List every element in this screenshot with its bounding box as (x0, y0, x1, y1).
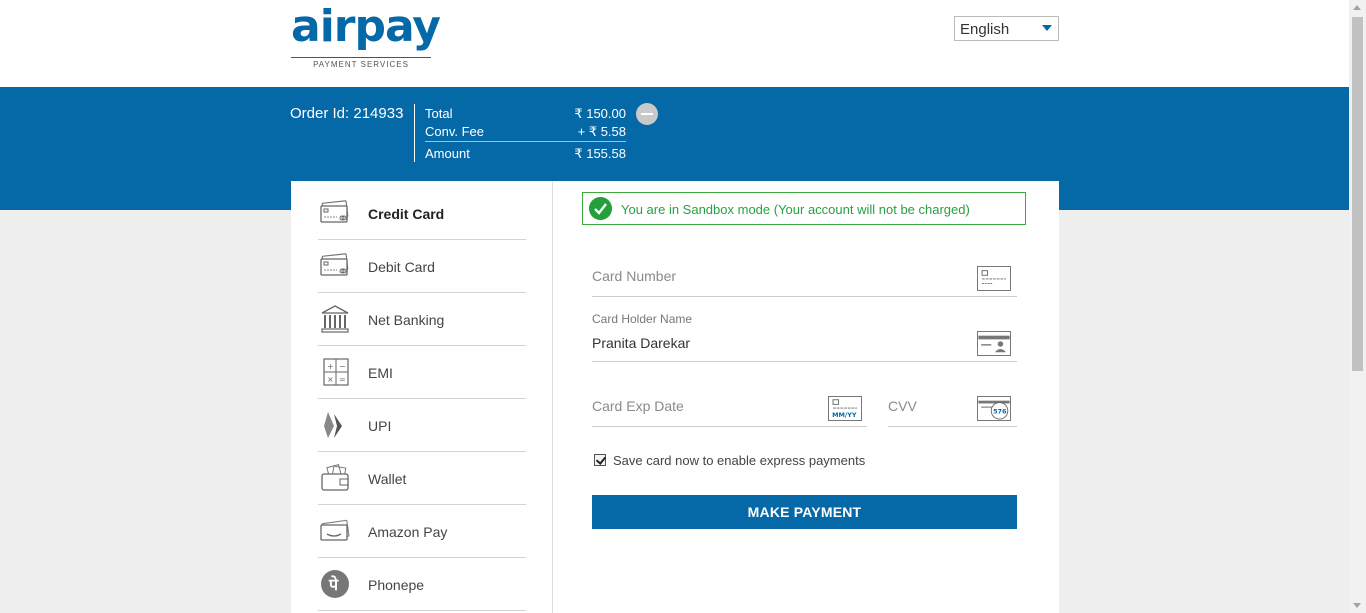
method-upi[interactable]: UPI (318, 399, 526, 452)
airpay-logo[interactable]: airpay PAYMENT SERVICES (291, 4, 441, 72)
chevron-down-icon (1042, 25, 1052, 31)
header-bar: airpay PAYMENT SERVICES English (0, 0, 1349, 87)
amount-value: ₹ 155.58 (574, 146, 626, 161)
payment-card: Credit Card Debit Card Net Banking + − ×… (291, 181, 1059, 613)
credit-card-icon (320, 200, 349, 223)
conv-fee-label: Conv. Fee (425, 124, 485, 139)
method-label: Phonepe (368, 577, 425, 593)
method-net-banking[interactable]: Net Banking (318, 293, 526, 346)
method-label: Wallet (368, 471, 407, 487)
wallet-icon (321, 464, 349, 491)
vertical-scrollbar[interactable] (1349, 0, 1366, 613)
method-phonepe[interactable]: पे Phonepe (318, 558, 526, 611)
scroll-up-icon[interactable] (1353, 5, 1361, 10)
card-number-field[interactable]: Card Number (592, 257, 1017, 297)
scrollbar-thumb[interactable] (1352, 17, 1363, 371)
method-emi[interactable]: + − × = EMI (318, 346, 526, 399)
total-value: ₹ 150.00 (574, 106, 626, 121)
logo-wordmark: airpay (291, 1, 441, 52)
method-wallet[interactable]: Wallet (318, 452, 526, 505)
order-id: Order Id: 214933 (290, 105, 404, 122)
method-debit-card[interactable]: Debit Card (318, 240, 526, 293)
language-select[interactable]: English (954, 16, 1059, 41)
save-card-checkbox[interactable] (594, 454, 606, 466)
method-label: EMI (368, 365, 393, 381)
calculator-icon: + − × = (323, 358, 349, 386)
summary-divider (414, 104, 415, 162)
exp-icon-text: MM/YY (832, 411, 857, 419)
amazon-pay-icon (320, 519, 350, 541)
card-holder-icon (977, 331, 1011, 356)
save-card-label: Save card now to enable express payments (613, 453, 866, 468)
cvv-placeholder: CVV (888, 398, 917, 414)
debit-card-icon (320, 253, 349, 276)
column-divider (552, 181, 553, 613)
method-credit-card[interactable]: Credit Card (318, 187, 526, 240)
summary-rule (425, 141, 626, 142)
card-holder-value: Pranita Darekar (592, 335, 691, 351)
svg-text:पे: पे (328, 575, 339, 594)
cvv-field[interactable]: CVV 576 (888, 387, 1017, 427)
sandbox-notice: You are in Sandbox mode (Your account wi… (582, 192, 1026, 225)
method-label: UPI (368, 418, 392, 434)
svg-text:=: = (339, 375, 346, 384)
cvv-icon-text: 576 (993, 408, 1007, 416)
phonepe-icon: पे (321, 570, 349, 598)
card-number-placeholder: Card Number (592, 268, 677, 284)
make-payment-button[interactable]: MAKE PAYMENT (592, 495, 1017, 529)
logo-tagline: PAYMENT SERVICES (313, 60, 409, 69)
svg-text:−: − (339, 362, 346, 371)
sandbox-message: You are in Sandbox mode (Your account wi… (621, 202, 970, 217)
cvv-card-icon: 576 (977, 396, 1011, 421)
method-label: Amazon Pay (368, 524, 448, 540)
svg-text:+: + (327, 362, 334, 371)
card-holder-label: Card Holder Name (592, 312, 693, 326)
card-number-icon (977, 266, 1011, 291)
total-label: Total (425, 106, 453, 121)
card-exp-placeholder: Card Exp Date (592, 398, 684, 414)
check-circle-icon (589, 197, 612, 220)
calendar-card-icon: MM/YY (828, 396, 862, 421)
card-holder-field[interactable]: Card Holder Name Pranita Darekar (592, 309, 1017, 362)
svg-text:×: × (327, 375, 334, 384)
method-label: Net Banking (368, 312, 445, 328)
method-label: Debit Card (368, 259, 435, 275)
card-exp-field[interactable]: Card Exp Date MM/YY (592, 387, 867, 427)
logo-rule (291, 57, 431, 58)
method-label: Credit Card (368, 206, 445, 222)
upi-icon (324, 412, 342, 438)
amount-label: Amount (425, 146, 470, 161)
conv-fee-value: + ₹ 5.58 (577, 124, 626, 139)
bank-icon (321, 305, 349, 333)
language-selected: English (960, 21, 1010, 38)
method-amazon-pay[interactable]: Amazon Pay (318, 505, 526, 558)
scroll-down-icon[interactable] (1353, 603, 1361, 608)
collapse-summary-icon[interactable] (636, 103, 658, 125)
